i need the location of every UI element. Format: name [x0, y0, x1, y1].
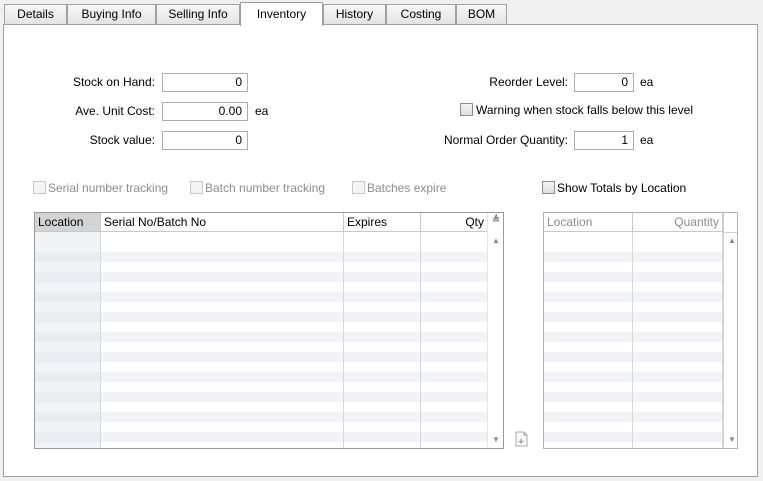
tab-history[interactable]: History	[323, 4, 386, 24]
warning-checkbox[interactable]	[460, 103, 473, 116]
warning-label: Warning when stock falls below this leve…	[476, 103, 693, 117]
ave-unit-cost-unit: ea	[255, 104, 269, 118]
col-location[interactable]: Location	[35, 213, 101, 232]
stock-value-field[interactable]: 0	[162, 131, 248, 150]
tab-bom[interactable]: BOM	[456, 4, 507, 24]
totals-grid-scrollbar[interactable]: ▲ ▼	[723, 213, 737, 448]
col-serial-batch-no[interactable]: Serial No/Batch No	[101, 213, 344, 232]
sort-toggle-icon[interactable]: ≜	[492, 216, 500, 226]
scroll-down-icon[interactable]: ▼	[492, 436, 500, 444]
ave-unit-cost-label: Ave. Unit Cost:	[75, 104, 155, 118]
add-row-icon[interactable]	[515, 431, 528, 447]
tab-costing[interactable]: Costing	[386, 4, 456, 24]
show-totals-label: Show Totals by Location	[557, 181, 687, 195]
tab-details[interactable]: Details	[4, 4, 67, 24]
batches-expire-checkbox[interactable]	[352, 181, 365, 194]
batch-tracking-checkbox[interactable]	[190, 181, 203, 194]
totals-scroll-down-icon[interactable]: ▼	[728, 436, 736, 444]
reorder-level-unit: ea	[640, 75, 654, 89]
serial-batch-grid[interactable]: Location Serial No/Batch No Expires Qty …	[34, 212, 504, 449]
serial-tracking-checkbox[interactable]	[33, 181, 46, 194]
stock-on-hand-field[interactable]: 0	[162, 73, 248, 92]
totals-col-location[interactable]: Location	[544, 213, 633, 232]
tab-selling-info[interactable]: Selling Info	[156, 4, 240, 24]
totals-scroll-up-icon[interactable]: ▲	[728, 237, 736, 245]
totals-by-location-grid[interactable]: Location Quantity ▲ ▼	[543, 212, 738, 449]
serial-grid-scrollbar[interactable]: ≜ ▲ ▼	[487, 213, 503, 448]
col-qty[interactable]: Qty	[421, 213, 488, 232]
tab-inventory[interactable]: Inventory	[240, 2, 323, 26]
batches-expire-label: Batches expire	[367, 181, 447, 195]
reorder-level-label: Reorder Level:	[489, 75, 568, 89]
ave-unit-cost-field[interactable]: 0.00	[162, 102, 248, 121]
batch-tracking-label: Batch number tracking	[205, 181, 326, 195]
normal-order-qty-unit: ea	[640, 133, 654, 147]
normal-order-qty-label: Normal Order Quantity:	[443, 133, 568, 147]
serial-tracking-label: Serial number tracking	[48, 181, 169, 195]
reorder-level-field[interactable]: 0	[574, 73, 634, 92]
totals-col-quantity[interactable]: Quantity	[633, 213, 723, 232]
stock-on-hand-label: Stock on Hand:	[72, 75, 155, 89]
tab-buying-info[interactable]: Buying Info	[67, 4, 156, 24]
normal-order-qty-field[interactable]: 1	[574, 131, 634, 150]
stock-value-label: Stock value:	[89, 133, 155, 147]
col-expires[interactable]: Expires	[344, 213, 421, 232]
scroll-up-icon[interactable]: ▲	[492, 237, 500, 245]
show-totals-checkbox[interactable]	[542, 181, 555, 194]
